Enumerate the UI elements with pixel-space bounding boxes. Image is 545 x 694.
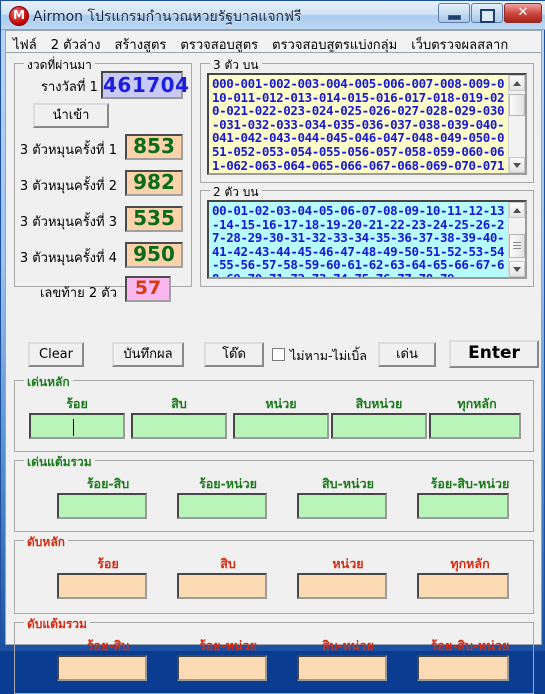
minimize-button[interactable]	[438, 3, 470, 23]
dub-sum-input-hundreds-tens-units[interactable]	[417, 655, 509, 681]
dub-lak-label-hundreds: ร้อย	[97, 556, 119, 571]
no-double-checkbox-label: ไม่หาม-ไม่เบิ้ล	[290, 348, 367, 363]
dub-sum-group: ดับแต้มรวม ร้อย-สิบ ร้อย-หน่วย สิบ-หน่วย…	[14, 615, 534, 694]
den-sum-input-hundreds-tens[interactable]	[57, 493, 147, 519]
dood-button[interactable]: โด๊ด	[204, 342, 264, 367]
prize1-value: 461704	[101, 71, 190, 99]
import-button[interactable]: นำเข้า	[33, 103, 109, 128]
menu-bar: ไฟล์ 2 ตัวล่าง สร้างสูตร ตรวจสอบสูตร ตรว…	[5, 30, 542, 79]
spin-2-value: 982	[125, 170, 183, 196]
den-sum-input-tens-units[interactable]	[297, 493, 387, 519]
spin-1-value: 853	[125, 134, 183, 160]
save-result-button[interactable]: บันทึกผล	[112, 342, 184, 367]
den-lak-label-hundreds: ร้อย	[66, 396, 88, 411]
no-double-checkbox-wrapper[interactable]: ไม่หาม-ไม่เบิ้ล	[272, 347, 392, 365]
den-button[interactable]: เด่น	[378, 342, 436, 367]
dub-lak-label-tens: สิบ	[220, 556, 236, 571]
den-lak-input-hundreds[interactable]	[29, 413, 125, 439]
spin-4-value: 950	[125, 242, 183, 268]
prize1-label: รางวัลที่ 1	[41, 80, 98, 95]
spin-4-label: 3 ตัวหมุนครั้งที่ 4	[19, 251, 117, 266]
title-bar: M Airmon โปรแกรมกำนวณหวยรัฐบาลแจกฟรี ✕	[1, 1, 545, 30]
spin-3-value: 535	[125, 206, 183, 232]
three-digit-list-content: 000-001-002-003-004-005-006-007-008-009-…	[209, 75, 508, 173]
dub-sum-label-hundreds-units: ร้อย-หน่วย	[199, 638, 257, 653]
application-window: M Airmon โปรแกรมกำนวณหวยรัฐบาลแจกฟรี ✕ ไ…	[0, 0, 545, 694]
den-lak-input-units[interactable]	[233, 413, 329, 439]
dub-sum-input-hundreds-tens[interactable]	[57, 655, 147, 681]
three-digit-group: 3 ตัว บน 000-001-002-003-004-005-006-007…	[200, 56, 534, 183]
two-digit-list-content: 00-01-02-03-04-05-06-07-08-09-10-11-12-1…	[209, 202, 508, 277]
last-two-label: เลขท้าย 2 ตัว	[39, 286, 117, 301]
den-sum-input-hundreds-units[interactable]	[177, 493, 267, 519]
dub-lak-label-all-digits: ทุกหลัก	[450, 556, 490, 571]
den-lak-label-tens: สิบ	[171, 396, 187, 411]
dub-sum-label-tens-units: สิบ-หน่วย	[322, 638, 374, 653]
den-sum-label-hundreds-units: ร้อย-หน่วย	[199, 476, 257, 491]
dub-sum-input-hundreds-units[interactable]	[177, 655, 267, 681]
den-lak-label-all-digits: ทุกหลัก	[457, 396, 497, 411]
den-lak-group-title: เด่นหลัก	[24, 373, 73, 392]
den-lak-group: เด่นหลัก ร้อย สิบ หน่วย สิบหน่วย ทุกหลัก	[14, 373, 534, 452]
past-draw-group: งวดที่ผ่านมา รางวัลที่ 1 461704 นำเข้า 3…	[14, 56, 193, 302]
spin-2-label: 3 ตัวหมุนครั้งที่ 2	[19, 179, 117, 194]
two-digit-scrollbar[interactable]	[508, 202, 525, 277]
three-digit-scrollbar[interactable]	[508, 75, 525, 173]
spin-row-4: 3 ตัวหมุนครั้งที่ 4 950	[15, 240, 193, 270]
spin-3-label: 3 ตัวหมุนครั้งที่ 3	[19, 215, 117, 230]
den-sum-label-hundreds-tens-units: ร้อย-สิบ-หน่วย	[430, 476, 510, 491]
thumb-grip-icon	[513, 242, 521, 250]
den-lak-label-tens-units: สิบหน่วย	[355, 396, 403, 411]
dub-lak-input-tens[interactable]	[177, 573, 267, 599]
spin-1-label: 3 ตัวหมุนครั้งที่ 1	[19, 143, 117, 158]
dub-lak-input-units[interactable]	[297, 573, 387, 599]
den-sum-group: เด่นแต้มรวม ร้อย-สิบ ร้อย-หน่วย สิบ-หน่ว…	[14, 453, 534, 532]
spin-row-2: 3 ตัวหมุนครั้งที่ 2 982	[15, 168, 193, 198]
den-sum-input-hundreds-tens-units[interactable]	[417, 493, 509, 519]
dub-sum-label-hundreds-tens: ร้อย-สิบ	[86, 638, 130, 653]
den-sum-group-title: เด่นแต้มรวม	[24, 453, 95, 472]
dub-lak-input-hundreds[interactable]	[57, 573, 147, 599]
close-button[interactable]: ✕	[504, 3, 542, 23]
three-digit-listbox[interactable]: 000-001-002-003-004-005-006-007-008-009-…	[207, 73, 527, 175]
dub-sum-input-tens-units[interactable]	[297, 655, 387, 681]
minimize-icon	[447, 15, 461, 20]
app-icon: M	[9, 6, 29, 26]
scroll-down-icon[interactable]	[509, 157, 525, 173]
last-two-row: เลขท้าย 2 ตัว 57	[15, 276, 193, 306]
past-draw-group-title: งวดที่ผ่านมา	[24, 56, 95, 75]
den-sum-label-tens-units: สิบ-หน่วย	[322, 476, 374, 491]
maximize-button[interactable]	[471, 3, 503, 23]
maximize-icon	[479, 9, 495, 23]
scroll-up-icon[interactable]	[509, 75, 525, 91]
clear-button[interactable]: Clear	[28, 342, 84, 367]
dub-lak-group: ดับหลัก ร้อย สิบ หน่วย ทุกหลัก	[14, 533, 534, 614]
dub-lak-label-units: หน่วย	[332, 556, 364, 571]
scroll-down-icon[interactable]	[509, 261, 525, 277]
no-double-checkbox[interactable]	[272, 348, 285, 361]
scrollbar-thumb[interactable]	[509, 234, 525, 258]
dub-sum-label-hundreds-tens-units: ร้อย-สิบ-หน่วย	[430, 638, 510, 653]
den-lak-input-tens[interactable]	[131, 413, 227, 439]
last-two-value: 57	[125, 276, 171, 302]
text-caret	[73, 419, 75, 436]
dub-lak-group-title: ดับหลัก	[24, 533, 68, 552]
scroll-up-icon[interactable]	[509, 202, 525, 218]
dub-lak-input-all-digits[interactable]	[417, 573, 509, 599]
den-lak-input-all-digits[interactable]	[429, 413, 521, 439]
den-sum-label-hundreds-tens: ร้อย-สิบ	[86, 476, 130, 491]
scrollbar-thumb[interactable]	[509, 94, 525, 116]
den-lak-label-units: หน่วย	[265, 396, 297, 411]
two-digit-listbox[interactable]: 00-01-02-03-04-05-06-07-08-09-10-11-12-1…	[207, 200, 527, 279]
client-area: งวดที่ผ่านมา รางวัลที่ 1 461704 นำเข้า 3…	[5, 52, 542, 694]
close-icon: ✕	[517, 5, 529, 20]
den-lak-input-tens-units[interactable]	[331, 413, 427, 439]
spin-row-3: 3 ตัวหมุนครั้งที่ 3 535	[15, 204, 193, 234]
enter-button[interactable]: Enter	[449, 340, 539, 368]
window-title: Airmon โปรแกรมกำนวณหวยรัฐบาลแจกฟรี	[33, 9, 302, 25]
dub-sum-group-title: ดับแต้มรวม	[24, 615, 90, 634]
two-digit-group: 2 ตัว บน 00-01-02-03-04-05-06-07-08-09-1…	[200, 183, 534, 287]
spin-row-1: 3 ตัวหมุนครั้งที่ 1 853	[15, 132, 193, 162]
